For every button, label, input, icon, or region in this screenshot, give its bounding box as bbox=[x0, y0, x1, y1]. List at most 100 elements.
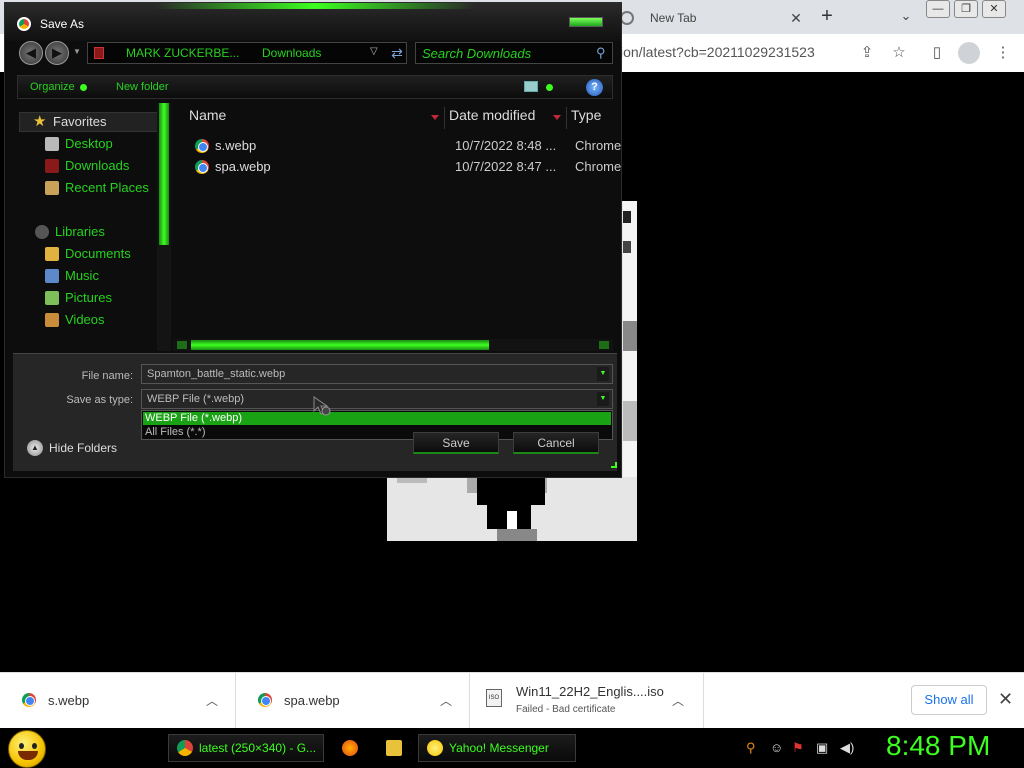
scroll-left-icon[interactable] bbox=[177, 341, 187, 349]
resize-grip[interactable] bbox=[611, 462, 617, 468]
save-type-label: Save as type: bbox=[66, 394, 133, 406]
search-box[interactable]: ⚲ bbox=[415, 42, 613, 64]
search-icon[interactable]: ⚲ bbox=[746, 740, 756, 756]
cancel-button[interactable]: Cancel bbox=[513, 432, 599, 454]
menu-icon[interactable]: ⋮ bbox=[992, 42, 1014, 64]
file-row[interactable]: spa.webp 10/7/2022 8:47 ... Chrome bbox=[189, 158, 621, 178]
file-list-hscrollbar[interactable] bbox=[173, 339, 613, 351]
download-item[interactable]: spa.webp ︿ bbox=[236, 673, 470, 729]
close-icon[interactable]: ✕ bbox=[998, 689, 1013, 710]
browser-tab[interactable]: New Tab ✕ bbox=[610, 2, 806, 34]
hide-folders-button[interactable]: ▲ Hide Folders bbox=[27, 440, 117, 456]
download-item[interactable]: ISO Win11_22H2_Englis....iso Failed - Ba… bbox=[470, 673, 704, 729]
navigation-row: ◀ ▶ ▼ MARK ZUCKERBE... Downloads ▽ ⇄ ⚲ bbox=[15, 41, 615, 67]
download-item[interactable]: s.webp ︿ bbox=[0, 673, 236, 729]
close-tab-button[interactable]: ✕ bbox=[786, 10, 806, 27]
recent-locations-icon[interactable]: ▼ bbox=[73, 47, 81, 56]
column-label: Type bbox=[571, 107, 602, 123]
hide-folders-label: Hide Folders bbox=[49, 441, 118, 455]
profile-avatar[interactable] bbox=[958, 42, 980, 64]
favorites-header[interactable]: ★ Favorites bbox=[33, 114, 106, 130]
nav-item-pictures[interactable]: Pictures bbox=[45, 290, 112, 305]
nav-item-desktop[interactable]: Desktop bbox=[45, 136, 113, 151]
nav-item-label: Downloads bbox=[65, 158, 130, 173]
iso-file-icon: ISO bbox=[486, 689, 502, 707]
file-type: Chrome bbox=[575, 138, 622, 153]
address-bar[interactable]: MARK ZUCKERBE... Downloads ▽ ⇄ bbox=[87, 42, 407, 64]
chevron-up-icon[interactable]: ︿ bbox=[672, 692, 684, 709]
messenger-tray-icon[interactable]: ☺ bbox=[770, 740, 783, 755]
new-folder-button[interactable]: New folder bbox=[116, 81, 169, 93]
close-window-button[interactable]: ✕ bbox=[982, 0, 1006, 18]
libraries-header[interactable]: Libraries bbox=[35, 224, 105, 239]
minimize-button[interactable]: — bbox=[926, 0, 950, 18]
libraries-icon bbox=[35, 224, 49, 239]
flag-icon[interactable]: ⚑ bbox=[792, 740, 804, 756]
search-icon[interactable]: ⚲ bbox=[596, 45, 606, 61]
nav-item-downloads[interactable]: Downloads bbox=[45, 158, 129, 173]
search-input[interactable] bbox=[422, 45, 592, 61]
volume-icon[interactable]: ◀) bbox=[840, 740, 854, 756]
tab-search-button[interactable]: ⌄ bbox=[896, 6, 916, 26]
taskbar-item-explorer[interactable] bbox=[378, 734, 408, 762]
file-row[interactable]: s.webp 10/7/2022 8:48 ... Chrome bbox=[189, 137, 622, 157]
network-icon[interactable]: ▣ bbox=[816, 740, 828, 756]
nav-item-recent-places[interactable]: Recent Places bbox=[45, 180, 149, 195]
dialog-title: Save As bbox=[40, 17, 85, 31]
chrome-file-icon bbox=[258, 693, 272, 707]
views-icon[interactable] bbox=[524, 81, 538, 92]
bookmark-star-icon[interactable]: ☆ bbox=[888, 42, 910, 64]
views-dot-icon[interactable] bbox=[546, 84, 553, 91]
file-date: 10/7/2022 8:47 ... bbox=[455, 159, 557, 174]
nav-item-label: Music bbox=[65, 268, 99, 283]
nav-item-music[interactable]: Music bbox=[45, 268, 99, 283]
taskbar: latest (250×340) - G... Yahoo! Messenger… bbox=[0, 728, 1024, 768]
task-label: latest (250×340) - G... bbox=[199, 741, 317, 755]
dropdown-option-webp[interactable]: WEBP File (*.webp) bbox=[143, 412, 611, 425]
scrollbar-thumb[interactable] bbox=[191, 340, 489, 350]
taskbar-item-chrome[interactable]: latest (250×340) - G... bbox=[168, 734, 324, 762]
new-tab-button[interactable]: + bbox=[816, 6, 838, 28]
restore-button[interactable]: ❐ bbox=[954, 0, 978, 18]
mouse-cursor-icon bbox=[313, 396, 331, 416]
chrome-file-icon bbox=[22, 693, 36, 707]
nav-pane-scrollbar[interactable] bbox=[157, 103, 171, 351]
help-icon[interactable]: ? bbox=[586, 79, 603, 96]
column-header-date[interactable]: Date modified bbox=[449, 107, 567, 129]
chevron-down-icon[interactable]: ▼ bbox=[597, 367, 609, 381]
organize-button[interactable]: Organize bbox=[30, 81, 75, 93]
dialog-close-button[interactable] bbox=[569, 17, 603, 27]
side-panel-icon[interactable]: ▯ bbox=[926, 42, 948, 64]
chrome-icon bbox=[177, 740, 193, 756]
chevron-down-icon[interactable]: ▼ bbox=[597, 392, 609, 406]
column-header-name[interactable]: Name bbox=[189, 107, 445, 129]
dialog-title-bar[interactable]: Save As bbox=[5, 3, 621, 41]
nav-item-documents[interactable]: Documents bbox=[45, 246, 131, 261]
show-all-button[interactable]: Show all bbox=[911, 685, 987, 715]
share-icon[interactable]: ⇪ bbox=[856, 42, 878, 64]
chevron-down-icon[interactable]: ▽ bbox=[370, 46, 378, 57]
file-name-field[interactable]: Spamton_battle_static.webp ▼ bbox=[141, 364, 613, 384]
save-type-select[interactable]: WEBP File (*.webp) ▼ bbox=[141, 389, 613, 409]
nav-item-videos[interactable]: Videos bbox=[45, 312, 105, 327]
omnibox[interactable]: ion/latest?cb=20211029231523 bbox=[620, 44, 815, 60]
chevron-up-icon[interactable]: ︿ bbox=[440, 692, 452, 709]
refresh-icon[interactable]: ⇄ bbox=[388, 43, 406, 63]
file-name-label: File name: bbox=[81, 370, 133, 382]
download-name: spa.webp bbox=[284, 693, 340, 708]
clock[interactable]: 8:48 PM bbox=[886, 730, 990, 762]
save-button[interactable]: Save bbox=[413, 432, 499, 454]
scrollbar-thumb[interactable] bbox=[159, 103, 169, 245]
breadcrumb-user[interactable]: MARK ZUCKERBE... bbox=[126, 46, 239, 60]
forward-button[interactable]: ▶ bbox=[45, 41, 69, 65]
taskbar-item-firefox[interactable] bbox=[334, 734, 364, 762]
back-button[interactable]: ◀ bbox=[19, 41, 43, 65]
sort-arrow-icon bbox=[431, 115, 439, 120]
column-header-type[interactable]: Type bbox=[571, 107, 611, 129]
chevron-up-icon[interactable]: ︿ bbox=[206, 692, 218, 709]
start-button[interactable] bbox=[8, 730, 46, 768]
taskbar-item-yahoo[interactable]: Yahoo! Messenger bbox=[418, 734, 576, 762]
breadcrumb-downloads[interactable]: Downloads bbox=[262, 46, 321, 60]
firefox-icon bbox=[342, 740, 358, 756]
scroll-right-icon[interactable] bbox=[599, 341, 609, 349]
